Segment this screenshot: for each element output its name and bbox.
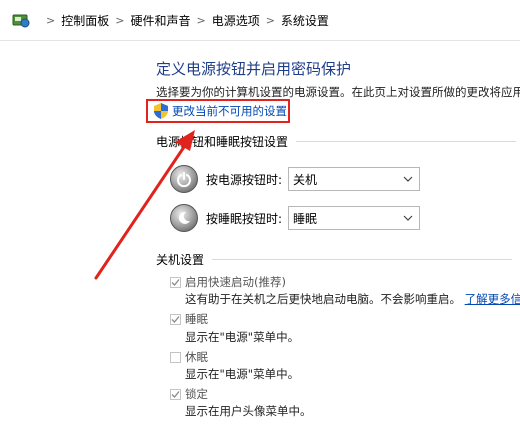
shutdown-section-heading: 关机设置 — [156, 251, 513, 268]
lock-option-description: 显示在用户头像菜单中。 — [185, 404, 312, 418]
lock-option-label: 锁定 — [185, 387, 208, 401]
breadcrumb-hardware-sound[interactable]: 硬件和声音 — [130, 12, 190, 29]
sleep-button-label: 按睡眠按钮时: — [206, 211, 283, 226]
chevron-down-icon — [403, 176, 413, 182]
sleep-option-label: 睡眠 — [185, 312, 208, 326]
power-button-action-select[interactable]: 关机 — [288, 167, 420, 191]
hibernate-checkbox[interactable] — [170, 351, 181, 363]
learn-more-link[interactable]: 了解更多信息 — [465, 292, 520, 306]
breadcrumb-separator: > — [115, 13, 125, 27]
sleep-button-icon — [170, 204, 198, 232]
lock-checkbox[interactable] — [170, 388, 181, 400]
fast-startup-checkbox[interactable] — [170, 276, 181, 288]
change-settings-highlight[interactable]: 更改当前不可用的设置 — [146, 99, 290, 123]
uac-shield-icon — [154, 103, 168, 119]
sleep-button-row: 按睡眠按钮时: 睡眠 — [170, 204, 420, 232]
hibernate-option-label: 休眠 — [185, 350, 208, 364]
sleep-option: 睡眠 — [170, 311, 208, 327]
power-button-row: 按电源按钮时: 关机 — [170, 165, 420, 193]
section-divider — [296, 141, 517, 142]
fast-startup-option: 启用快速启动(推荐) — [170, 274, 286, 290]
check-icon — [171, 390, 180, 398]
breadcrumb-separator: > — [196, 13, 206, 27]
buttons-section-heading: 电源按钮和睡眠按钮设置 — [156, 133, 517, 150]
sleep-option-description: 显示在"电源"菜单中。 — [185, 330, 300, 344]
check-icon — [171, 315, 180, 323]
power-button-action-value: 关机 — [293, 172, 318, 187]
sleep-button-action-value: 睡眠 — [293, 211, 318, 226]
breadcrumb-separator: > — [46, 13, 56, 27]
change-unavailable-settings-link[interactable]: 更改当前不可用的设置 — [172, 103, 287, 119]
breadcrumb-control-panel[interactable]: 控制面板 — [61, 12, 109, 29]
sleep-checkbox[interactable] — [170, 313, 181, 325]
fast-startup-desc-text: 这有助于在关机之后更快地启动电脑。不会影响重启。 — [185, 292, 461, 306]
power-button-icon — [170, 165, 198, 193]
check-icon — [171, 278, 180, 286]
power-button-label: 按电源按钮时: — [206, 172, 283, 187]
breadcrumb-system-settings[interactable]: 系统设置 — [281, 12, 329, 29]
buttons-section-title: 电源按钮和睡眠按钮设置 — [156, 135, 289, 149]
lock-option: 锁定 — [170, 386, 208, 402]
fast-startup-label: 启用快速启动(推荐) — [185, 275, 286, 289]
hibernate-option: 休眠 — [170, 349, 208, 365]
chevron-down-icon — [403, 215, 413, 221]
fast-startup-description: 这有助于在关机之后更快地启动电脑。不会影响重启。 了解更多信息 — [185, 291, 520, 307]
breadcrumb-separator: > — [265, 13, 275, 27]
page-description: 选择要为你的计算机设置的电源设置。在此页上对设置所做的更改将应用于你 — [156, 85, 520, 99]
hibernate-option-description: 显示在"电源"菜单中。 — [185, 367, 300, 381]
control-panel-icon[interactable] — [10, 9, 32, 31]
breadcrumb: > 控制面板 > 硬件和声音 > 电源选项 > 系统设置 — [0, 0, 520, 41]
breadcrumb-power-options[interactable]: 电源选项 — [212, 12, 260, 29]
page-title: 定义电源按钮并启用密码保护 — [156, 60, 352, 78]
section-divider — [212, 259, 513, 260]
sleep-button-action-select[interactable]: 睡眠 — [288, 206, 420, 230]
shutdown-section-title: 关机设置 — [156, 253, 205, 267]
